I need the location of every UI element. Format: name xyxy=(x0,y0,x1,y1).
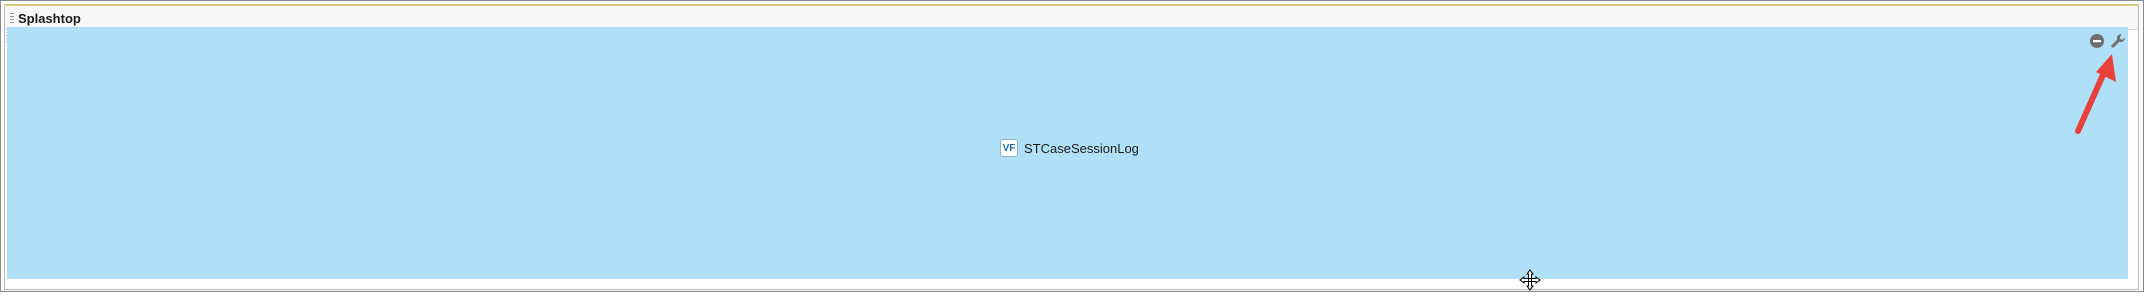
visualforce-component-area[interactable]: VF STCaseSessionLog xyxy=(7,27,2128,279)
visualforce-component: VF STCaseSessionLog xyxy=(1000,139,1139,157)
component-name: STCaseSessionLog xyxy=(1024,140,1139,156)
visualforce-icon: VF xyxy=(1000,139,1018,157)
annotation-arrow xyxy=(2060,48,2120,143)
drag-handle-icon[interactable] xyxy=(10,13,14,25)
section-title: Splashtop xyxy=(18,11,81,26)
